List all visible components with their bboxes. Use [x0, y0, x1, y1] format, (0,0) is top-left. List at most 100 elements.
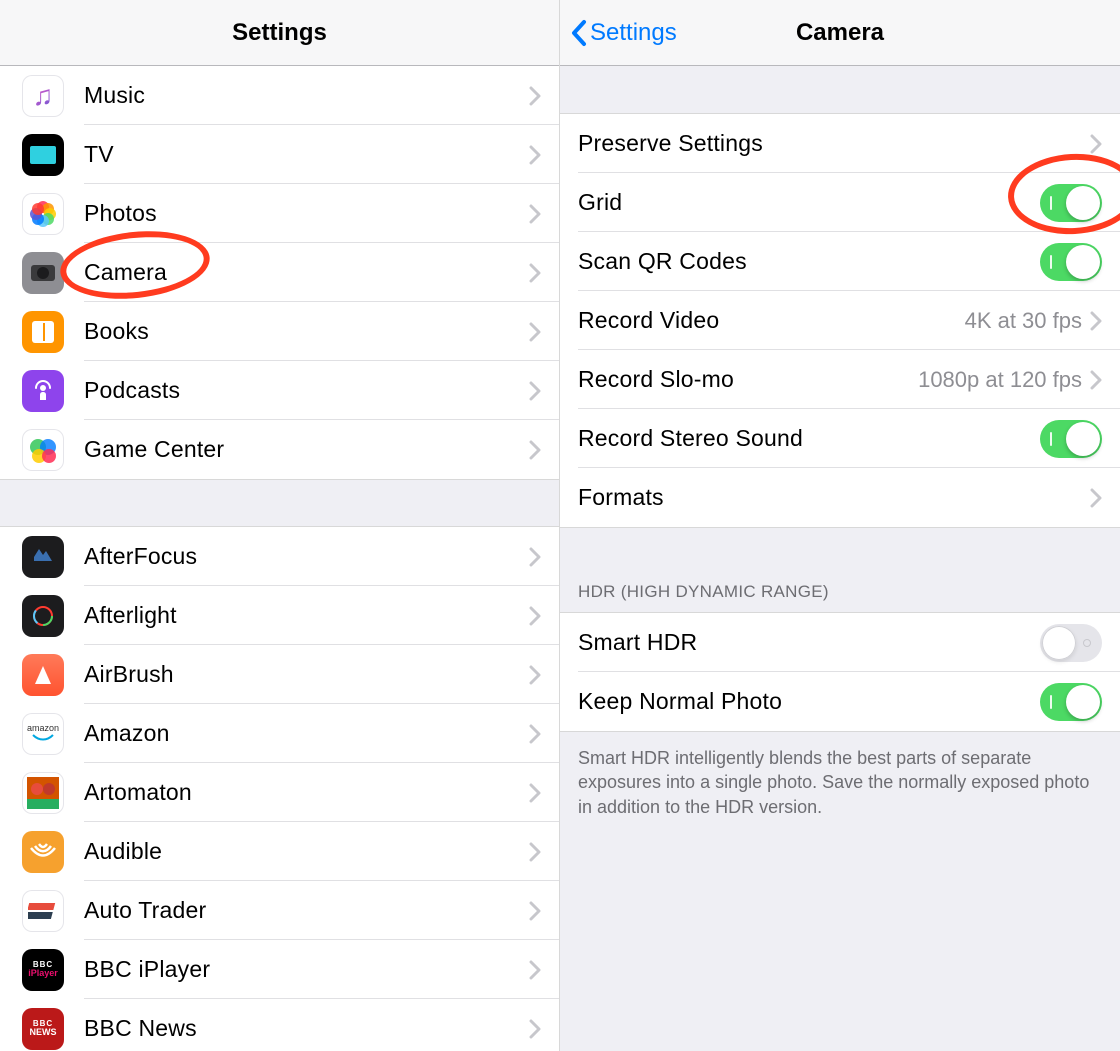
row-label: Keep Normal Photo — [578, 688, 1040, 715]
chevron-right-icon — [529, 1019, 541, 1039]
row-podcasts[interactable]: Podcasts — [0, 361, 559, 420]
row-books[interactable]: Books — [0, 302, 559, 361]
camera-icon — [22, 252, 64, 294]
row-photos[interactable]: Photos — [0, 184, 559, 243]
chevron-right-icon — [529, 322, 541, 342]
row-formats[interactable]: Formats — [560, 468, 1120, 527]
tv-icon — [22, 134, 64, 176]
row-label: BBC iPlayer — [84, 956, 529, 983]
camera-settings-pane: Settings Camera Preserve Settings Grid S… — [560, 0, 1120, 1051]
row-label: Photos — [84, 200, 529, 227]
row-label: Game Center — [84, 436, 529, 463]
row-label: Scan QR Codes — [578, 248, 1040, 275]
hdr-footer-note: Smart HDR intelligently blends the best … — [560, 731, 1120, 1051]
row-label: Record Slo-mo — [578, 366, 918, 393]
chevron-right-icon — [529, 145, 541, 165]
row-bbc-iplayer[interactable]: BBCiPlayer BBC iPlayer — [0, 940, 559, 999]
row-label: Formats — [578, 484, 1090, 511]
chevron-right-icon — [529, 842, 541, 862]
music-icon: ♫ — [22, 75, 64, 117]
settings-title: Settings — [232, 19, 327, 47]
row-bbc-news[interactable]: BBCNEWS BBC News — [0, 999, 559, 1051]
row-label: Smart HDR — [578, 629, 1040, 656]
row-artomaton[interactable]: Artomaton — [0, 763, 559, 822]
row-amazon[interactable]: amazon Amazon — [0, 704, 559, 763]
chevron-right-icon — [529, 440, 541, 460]
airbrush-icon — [22, 654, 64, 696]
toggle-keep-normal-photo[interactable] — [1040, 683, 1102, 721]
row-label: Books — [84, 318, 529, 345]
row-airbrush[interactable]: AirBrush — [0, 645, 559, 704]
chevron-right-icon — [1090, 370, 1102, 390]
row-keep-normal-photo: Keep Normal Photo — [560, 672, 1120, 731]
amazon-icon: amazon — [22, 713, 64, 755]
toggle-scan-qr[interactable] — [1040, 243, 1102, 281]
row-label: Record Stereo Sound — [578, 425, 1040, 452]
toggle-smart-hdr[interactable] — [1040, 624, 1102, 662]
row-label: Artomaton — [84, 779, 529, 806]
hdr-section-header: HDR (HIGH DYNAMIC RANGE) — [560, 527, 1120, 613]
row-tv[interactable]: TV — [0, 125, 559, 184]
chevron-left-icon — [570, 19, 588, 47]
bbc-news-icon: BBCNEWS — [22, 1008, 64, 1050]
bbc-iplayer-icon: BBCiPlayer — [22, 949, 64, 991]
chevron-right-icon — [1090, 488, 1102, 508]
row-afterlight[interactable]: Afterlight — [0, 586, 559, 645]
row-afterfocus[interactable]: AfterFocus — [0, 527, 559, 586]
row-stereo-sound: Record Stereo Sound — [560, 409, 1120, 468]
row-label: Amazon — [84, 720, 529, 747]
photos-icon — [22, 193, 64, 235]
chevron-right-icon — [529, 86, 541, 106]
group-separator — [560, 66, 1120, 114]
chevron-right-icon — [529, 724, 541, 744]
row-camera[interactable]: Camera — [0, 243, 559, 302]
row-label: BBC News — [84, 1015, 529, 1042]
row-label: Auto Trader — [84, 897, 529, 924]
game-center-icon — [22, 429, 64, 471]
chevron-right-icon — [529, 381, 541, 401]
row-label: TV — [84, 141, 529, 168]
settings-pane: Settings ♫ Music TV Photos Camera — [0, 0, 560, 1051]
row-label: Preserve Settings — [578, 130, 1090, 157]
row-label: Record Video — [578, 307, 965, 334]
settings-header: Settings — [0, 0, 559, 66]
group-separator — [0, 479, 559, 527]
row-game-center[interactable]: Game Center — [0, 420, 559, 479]
afterlight-icon — [22, 595, 64, 637]
row-label: Afterlight — [84, 602, 529, 629]
chevron-right-icon — [529, 783, 541, 803]
row-detail: 4K at 30 fps — [965, 308, 1082, 334]
row-label: Podcasts — [84, 377, 529, 404]
row-label: AirBrush — [84, 661, 529, 688]
row-detail: 1080p at 120 fps — [918, 367, 1082, 393]
row-audible[interactable]: Audible — [0, 822, 559, 881]
row-grid: Grid — [560, 173, 1120, 232]
row-record-slomo[interactable]: Record Slo-mo 1080p at 120 fps — [560, 350, 1120, 409]
row-label: Music — [84, 82, 529, 109]
row-auto-trader[interactable]: Auto Trader — [0, 881, 559, 940]
artomaton-icon — [22, 772, 64, 814]
row-record-video[interactable]: Record Video 4K at 30 fps — [560, 291, 1120, 350]
auto-trader-icon — [22, 890, 64, 932]
chevron-right-icon — [529, 263, 541, 283]
chevron-right-icon — [1090, 134, 1102, 154]
row-label: AfterFocus — [84, 543, 529, 570]
toggle-grid[interactable] — [1040, 184, 1102, 222]
camera-title: Camera — [796, 19, 884, 47]
toggle-stereo-sound[interactable] — [1040, 420, 1102, 458]
back-label: Settings — [590, 19, 677, 47]
chevron-right-icon — [529, 665, 541, 685]
chevron-right-icon — [529, 204, 541, 224]
books-icon — [22, 311, 64, 353]
row-preserve-settings[interactable]: Preserve Settings — [560, 114, 1120, 173]
row-label: Audible — [84, 838, 529, 865]
back-button[interactable]: Settings — [570, 19, 677, 47]
afterfocus-icon — [22, 536, 64, 578]
chevron-right-icon — [529, 960, 541, 980]
chevron-right-icon — [529, 606, 541, 626]
chevron-right-icon — [529, 547, 541, 567]
audible-icon — [22, 831, 64, 873]
row-scan-qr: Scan QR Codes — [560, 232, 1120, 291]
row-label: Camera — [84, 259, 529, 286]
row-music[interactable]: ♫ Music — [0, 66, 559, 125]
